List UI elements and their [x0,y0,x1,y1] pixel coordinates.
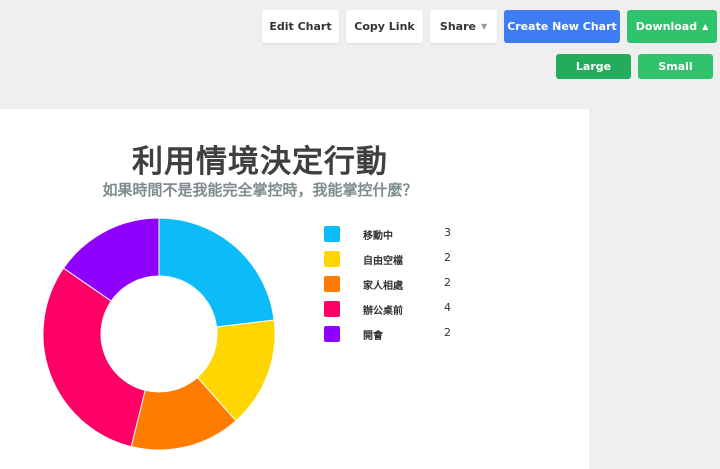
legend-label: 辦公桌前 [363,306,403,317]
create-new-chart-button[interactable]: Create New Chart [504,10,620,43]
chart-card: 利用情境決定行動 如果時間不是我能完全掌控時，我能掌控什麼？ 移動中 3 自由空檔 2… [0,109,589,469]
donut-chart [42,217,276,451]
legend-label: 自由空檔 [363,256,403,267]
download-label: Download [635,20,698,33]
chart-subtitle: 如果時間不是我能完全掌控時，我能掌控什麼？ [102,181,418,199]
download-small-button[interactable]: Small [638,54,713,79]
legend-label: 開會 [363,331,383,342]
chart-title: 利用情境決定行動 [132,144,388,180]
share-button[interactable]: Share ▼ [430,10,497,43]
slice-3[interactable] [42,267,146,448]
slice-0[interactable] [158,217,275,328]
legend-swatch [324,226,340,242]
legend-label: 移動中 [363,231,393,242]
share-label: Share [439,20,476,33]
legend-value: 2 [444,251,451,264]
copy-link-button[interactable]: Copy Link [346,10,423,43]
chevron-down-icon: ▼ [480,22,488,31]
legend-value: 2 [444,276,451,289]
legend-swatch [324,301,340,317]
legend-value: 2 [444,326,451,339]
edit-chart-button[interactable]: Edit Chart [262,10,339,43]
legend-swatch [324,276,340,292]
legend-value: 3 [444,226,451,239]
legend-value: 4 [444,301,451,314]
download-button[interactable]: Download ▲ [627,10,717,43]
legend-swatch [324,326,340,342]
download-large-button[interactable]: Large [556,54,631,79]
chevron-up-icon: ▲ [702,22,709,31]
legend-label: 家人相處 [363,281,403,292]
legend-swatch [324,251,340,267]
